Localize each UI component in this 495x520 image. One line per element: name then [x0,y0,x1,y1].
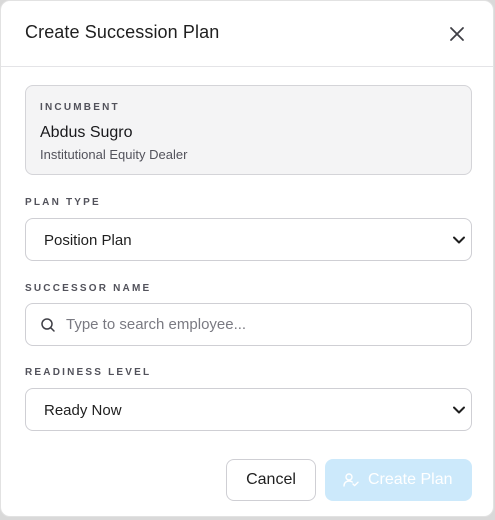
incumbent-label: INCUMBENT [40,102,120,113]
plan-type-label: PLAN TYPE [25,197,101,208]
readiness-level-label: READINESS LEVEL [25,367,152,378]
chevron-down-icon [453,406,465,414]
dialog-header: Create Succession Plan [1,1,493,67]
readiness-level-value: Ready Now [44,402,122,419]
incumbent-role: Institutional Equity Dealer [40,147,188,162]
incumbent-card: INCUMBENT Abdus Sugro Institutional Equi… [25,85,472,175]
close-button[interactable] [445,22,469,46]
dialog-title: Create Succession Plan [25,22,220,42]
cancel-button[interactable]: Cancel [226,459,316,501]
successor-search-input[interactable] [66,304,456,345]
chevron-down-icon [453,236,465,244]
create-plan-button[interactable]: Create Plan [325,459,472,501]
user-check-icon [343,473,359,487]
successor-name-label: SUCCESSOR NAME [25,283,152,294]
plan-type-value: Position Plan [44,232,132,249]
search-icon [41,318,55,332]
create-succession-plan-dialog: Create Succession Plan INCUMBENT Abdus S… [0,0,494,517]
close-icon [450,27,464,41]
plan-type-select[interactable]: Position Plan [25,218,472,261]
readiness-level-select[interactable]: Ready Now [25,388,472,431]
successor-search-field [25,303,472,346]
create-plan-label: Create Plan [368,471,453,488]
incumbent-name: Abdus Sugro [40,124,133,141]
